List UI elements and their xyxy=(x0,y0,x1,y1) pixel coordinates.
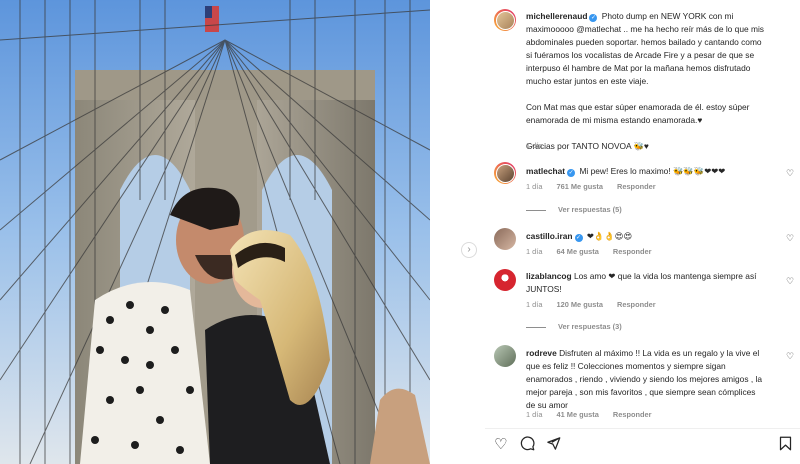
post-time: 1 día xyxy=(526,141,554,150)
author-avatar[interactable] xyxy=(494,9,516,31)
heart-outline-icon[interactable]: ♡ xyxy=(786,276,794,287)
divider xyxy=(485,428,800,429)
comment-likes[interactable]: 120 Me gusta xyxy=(557,300,603,309)
chevron-right-icon[interactable]: › xyxy=(461,242,477,258)
instagram-post: › michellerenaud ✓ Photo dump en NEW YORK… xyxy=(0,0,800,464)
heart-outline-icon[interactable]: ♡ xyxy=(494,433,507,457)
comment-time: 1 día xyxy=(526,410,543,419)
comment-body: Mi pew! Eres lo maximo! 🐝🐝🐝❤❤❤ xyxy=(579,166,726,176)
reply-button[interactable]: Responder xyxy=(613,247,652,256)
comment-text: matlechat ✓ Mi pew! Eres lo maximo! 🐝🐝🐝❤❤… xyxy=(526,165,776,178)
view-replies-label: Ver respuestas (3) xyxy=(558,322,622,331)
post-caption: michellerenaud ✓ Photo dump en NEW YORK c… xyxy=(526,10,796,153)
post-photo[interactable] xyxy=(0,0,430,464)
comment-time: 1 día xyxy=(526,182,543,191)
comment-meta: 1 día 120 Me gusta Responder xyxy=(526,300,668,309)
comment-time: 1 día xyxy=(526,247,543,256)
comment-body: que es feliz !! Colecciones momentos y s… xyxy=(526,361,726,371)
view-replies-label: Ver respuestas (5) xyxy=(558,205,622,214)
heart-outline-icon[interactable]: ♡ xyxy=(786,233,794,244)
comment-text: rodreve Disfruten al máximo !! La vida e… xyxy=(526,347,776,412)
comment-meta: 1 día 64 Me gusta Responder xyxy=(526,247,664,256)
post-time-text: 1 día xyxy=(526,141,543,150)
caption-line: si fuéramos los vocalistas de Arcade Fir… xyxy=(526,50,755,60)
verified-icon: ✓ xyxy=(567,169,576,177)
commenter-avatar[interactable] xyxy=(494,228,516,250)
comment-icon-svg xyxy=(520,436,535,451)
comment-body: ❤👌👌😍😍 xyxy=(586,231,633,241)
heart-outline-icon[interactable]: ♡ xyxy=(786,351,794,362)
verified-icon: ✓ xyxy=(589,14,598,22)
verified-icon: ✓ xyxy=(574,234,583,242)
bridge-kiss-photo xyxy=(0,0,430,464)
comment-likes[interactable]: 41 Me gusta xyxy=(557,410,599,419)
comment-body: enamorados , riendo , viviendo y siendo … xyxy=(526,374,763,384)
comment-meta: 1 día 761 Me gusta Responder xyxy=(526,182,668,191)
caption-line: mucho estar juntos en este viaje. xyxy=(526,76,649,86)
commenter-username[interactable]: matlechat xyxy=(526,166,565,176)
comment-text: lizablancog Los amo ❤ que la vida los ma… xyxy=(526,270,776,296)
post-action-bar: ♡ xyxy=(485,433,800,457)
comment-likes[interactable]: 761 Me gusta xyxy=(557,182,603,191)
comment-time: 1 día xyxy=(526,300,543,309)
commenter-username[interactable]: lizablancog xyxy=(526,271,572,281)
caption-line: Photo dump en NEW YORK con mi xyxy=(601,11,734,21)
comment-meta: 1 día 41 Me gusta Responder xyxy=(526,410,664,419)
comment-body: JUNTOS! xyxy=(526,284,562,294)
heart-outline-icon[interactable]: ♡ xyxy=(786,168,794,179)
caption-line: maximooooo @matlechat .. me ha hecho reí… xyxy=(526,24,764,34)
caption-line: abdominales pueden soportar. hemos baila… xyxy=(526,37,762,47)
reply-button[interactable]: Responder xyxy=(617,300,656,309)
comment-likes[interactable]: 64 Me gusta xyxy=(557,247,599,256)
commenter-avatar[interactable] xyxy=(494,345,516,367)
view-replies-button[interactable]: Ver respuestas (5) xyxy=(526,205,622,214)
commenter-username[interactable]: rodreve xyxy=(526,348,557,358)
caption-line: enamorada de mi misma estando enamorada.… xyxy=(526,115,703,125)
view-replies-button[interactable]: Ver respuestas (3) xyxy=(526,322,622,331)
comment-body: mejor pareja , son mis favoritos , que s… xyxy=(526,387,756,397)
comment-body: de su amor xyxy=(526,400,568,410)
send-icon-svg xyxy=(547,437,561,450)
comment-body: Los amo ❤ que la vida los mantenga siemp… xyxy=(573,271,757,281)
bookmark-icon[interactable] xyxy=(779,433,792,457)
comment-body: Disfruten al máximo !! La vida es un reg… xyxy=(559,348,760,358)
comment-text: castillo.iran ✓ ❤👌👌😍😍 xyxy=(526,230,776,243)
caption-line: interpuso él hambre de Mat por la mañana… xyxy=(526,63,751,73)
commenter-username[interactable]: castillo.iran xyxy=(526,231,573,241)
caption-line: Con Mat mas que estar súper enamorada de… xyxy=(526,102,750,112)
commenter-avatar[interactable] xyxy=(494,162,516,184)
commenter-avatar[interactable] xyxy=(494,269,516,291)
author-username[interactable]: michellerenaud xyxy=(526,11,587,21)
reply-button[interactable]: Responder xyxy=(617,182,656,191)
post-side-panel: michellerenaud ✓ Photo dump en NEW YORK c… xyxy=(485,0,800,464)
send-icon[interactable] xyxy=(546,433,561,457)
bookmark-icon-svg xyxy=(779,436,792,451)
comment-icon[interactable] xyxy=(520,433,535,457)
reply-button[interactable]: Responder xyxy=(613,410,652,419)
